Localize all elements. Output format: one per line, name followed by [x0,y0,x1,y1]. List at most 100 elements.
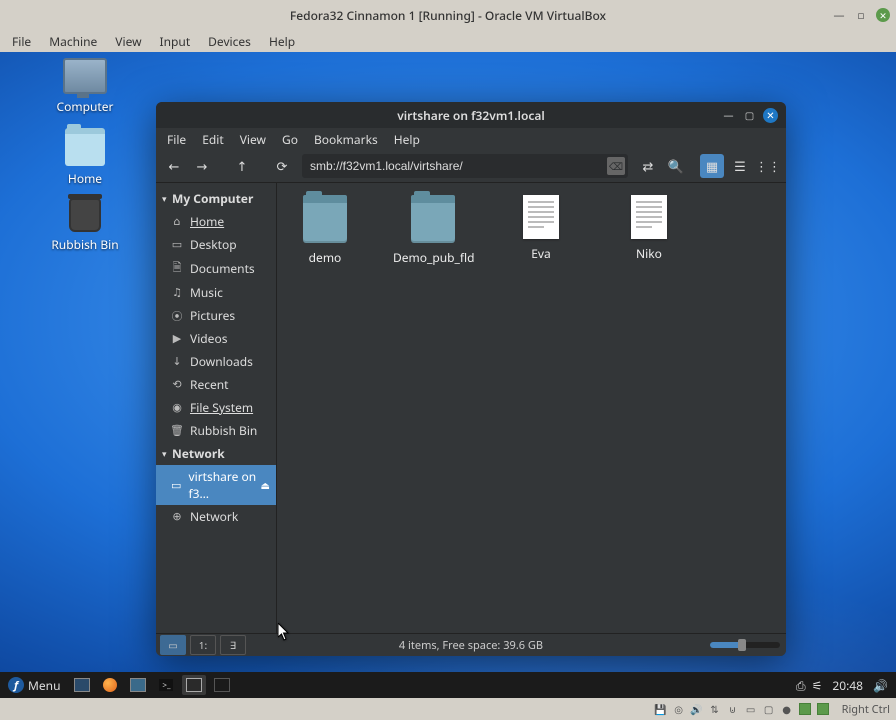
back-button[interactable]: ← [162,154,186,178]
vbox-keyboard-indicator-icon[interactable] [816,702,830,716]
desktop-icon-label: Rubbish Bin [40,236,130,253]
clock[interactable]: 20:48 [832,677,863,694]
search-button[interactable]: 🔍 [664,154,688,178]
vbox-audio-indicator-icon[interactable]: 🔊 [690,702,704,716]
menu-file[interactable]: File [160,129,193,150]
desktop-icon-trash[interactable]: Rubbish Bin [40,198,130,253]
zoom-slider[interactable] [710,642,780,648]
desktop-icon-label: Computer [40,98,130,115]
task-files[interactable] [126,675,150,695]
desktop-icon-computer[interactable]: Computer [40,58,130,115]
file-manager-window: virtshare on f32vm1.local — ▢ ✕ File Edi… [156,102,786,656]
downloads-icon: ↓ [170,354,184,369]
task-nemo-running[interactable] [182,675,206,695]
up-button[interactable]: ↑ [230,154,254,178]
vbox-recording-indicator-icon[interactable]: ● [780,702,794,716]
forward-button[interactable]: → [190,154,214,178]
file-item-eva[interactable]: Eva [501,195,581,266]
folder-icon [65,128,105,166]
vbox-shared-folder-indicator-icon[interactable]: ▭ [744,702,758,716]
desktop-icon-label: Home [40,170,130,187]
vbox-menu-input[interactable]: Input [152,31,199,52]
path-toggle-button[interactable]: ⇄ [636,154,660,178]
show-desktop-button[interactable] [70,675,94,695]
vbox-disk-indicator-icon[interactable]: 💾 [654,702,668,716]
vbox-titlebar: Fedora32 Cinnamon 1 [Running] - Oracle V… [0,0,896,30]
vbox-optical-indicator-icon[interactable]: ◎ [672,702,686,716]
sidebar-places-button[interactable]: ▭ [160,635,186,655]
file-item-niko[interactable]: Niko [609,195,689,266]
trash-icon [69,198,101,232]
sidebar-item-documents[interactable]: 🗎Documents [156,256,276,281]
videos-icon: ▶ [170,331,184,346]
icon-view-button[interactable]: ▦ [700,154,724,178]
location-input[interactable] [302,159,607,173]
task-firefox[interactable] [98,675,122,695]
vbox-usb-indicator-icon[interactable]: ⊍ [726,702,740,716]
sidebar-item-virtshare[interactable]: ▭virtshare on f3…⏏ [156,465,276,505]
menu-button[interactable]: f Menu [0,672,68,698]
sidebar-group-network[interactable]: ▾Network [156,442,276,465]
vbox-menu-devices[interactable]: Devices [200,31,259,52]
computer-icon [63,58,107,94]
clear-location-button[interactable]: ⌫ [607,157,625,175]
eject-icon[interactable]: ⏏ [261,478,270,492]
compact-view-button[interactable]: ⋮⋮ [756,154,780,178]
file-item-demo[interactable]: demo [285,195,365,266]
menu-view[interactable]: View [233,129,273,150]
vbox-mouse-indicator-icon[interactable] [798,702,812,716]
sidebar-item-music[interactable]: ♫Music [156,281,276,304]
sidebar-item-pictures[interactable]: ⦿Pictures [156,304,276,327]
music-icon: ♫ [170,285,184,300]
toolbar: ← → ↑ ⟳ ⌫ ⇄ 🔍 ▦ ☰ ⋮⋮ [156,150,786,183]
sidebar-item-filesystem[interactable]: ◉File System [156,396,276,419]
sidebar-tree-button[interactable]: 1: [190,635,216,655]
file-manager-menubar: File Edit View Go Bookmarks Help [156,128,786,150]
menu-bookmarks[interactable]: Bookmarks [307,129,385,150]
sidebar-toggle-button[interactable]: ∃ [220,635,246,655]
sidebar-item-videos[interactable]: ▶Videos [156,327,276,350]
task-system-monitor[interactable] [210,675,234,695]
tray-volume-icon[interactable]: 🔊 [873,677,888,694]
guest-desktop[interactable]: Computer Home Rubbish Bin virtshare on f… [0,52,896,720]
location-bar[interactable]: ⌫ [302,154,628,178]
vbox-host-key[interactable]: Right Ctrl [836,702,896,717]
vbox-menu-help[interactable]: Help [261,31,303,52]
menu-edit[interactable]: Edit [195,129,230,150]
tray-printer-icon[interactable]: ⎙ [796,677,806,694]
statusbar: ▭ 1: ∃ 4 items, Free space: 39.6 GB [156,633,786,656]
vbox-menu-file[interactable]: File [4,31,39,52]
network-icon: ⊕ [170,509,184,524]
file-item-demo-pub-fld[interactable]: Demo_pub_fld [393,195,473,266]
sidebar-item-home[interactable]: ⌂Home [156,210,276,233]
vbox-maximize-button[interactable]: ▫ [854,8,868,22]
sidebar: ▾My Computer ⌂Home ▭Desktop 🗎Documents ♫… [156,183,277,633]
desktop-icon-home[interactable]: Home [40,128,130,187]
vbox-network-indicator-icon[interactable]: ⇅ [708,702,722,716]
sidebar-item-network[interactable]: ⊕Network [156,505,276,528]
sidebar-group-mycomputer[interactable]: ▾My Computer [156,187,276,210]
vbox-menu-view[interactable]: View [107,31,149,52]
chevron-down-icon: ▾ [162,447,172,460]
vbox-minimize-button[interactable]: — [832,8,846,22]
vbox-display-indicator-icon[interactable]: ▢ [762,702,776,716]
vbox-close-button[interactable]: ✕ [876,8,890,22]
sidebar-item-trash[interactable]: 🗑Rubbish Bin [156,419,276,442]
window-titlebar[interactable]: virtshare on f32vm1.local — ▢ ✕ [156,102,786,128]
file-view[interactable]: demo Demo_pub_fld Eva Niko [277,183,786,633]
folder-icon [303,195,347,243]
task-terminal[interactable]: >_ [154,675,178,695]
sidebar-item-recent[interactable]: ⟲Recent [156,373,276,396]
share-icon: ▭ [170,478,183,493]
reload-button[interactable]: ⟳ [270,154,294,178]
vbox-menu-machine[interactable]: Machine [41,31,105,52]
sidebar-item-desktop[interactable]: ▭Desktop [156,233,276,256]
drive-icon: ◉ [170,400,184,415]
text-file-icon [523,195,559,239]
menu-help[interactable]: Help [387,129,427,150]
tray-network-icon[interactable]: ⚟ [812,677,823,694]
sidebar-item-downloads[interactable]: ↓Downloads [156,350,276,373]
list-view-button[interactable]: ☰ [728,154,752,178]
status-text: 4 items, Free space: 39.6 GB [156,638,786,653]
menu-go[interactable]: Go [275,129,305,150]
